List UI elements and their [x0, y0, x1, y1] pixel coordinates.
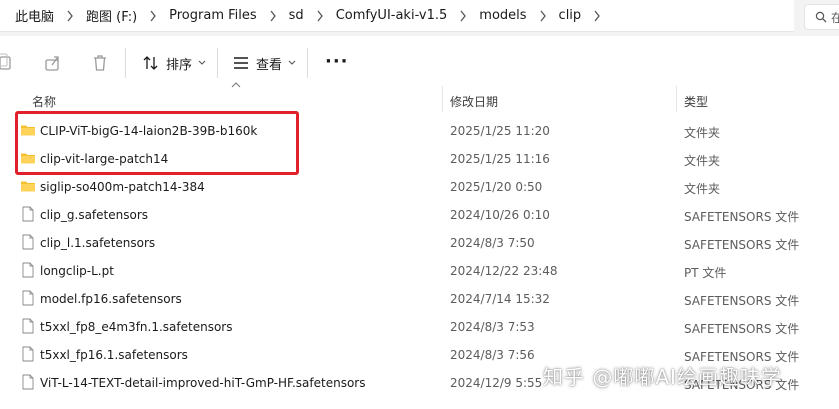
file-icon	[20, 290, 36, 306]
file-type: 文件夹	[684, 154, 721, 168]
file-icon	[20, 262, 36, 278]
file-name: t5xxl_fp8_e4m3fn.1.safetensors	[40, 320, 233, 334]
list-item[interactable]: clip_l.1.safetensors 2024/8/3 7:50 SAFET…	[0, 229, 839, 257]
file-icon	[20, 346, 36, 362]
column-date-header[interactable]: 修改日期	[450, 93, 498, 110]
file-icon	[20, 206, 36, 222]
breadcrumb-this-pc[interactable]: 此电脑	[12, 6, 57, 25]
command-bar: 排序 查看 ···	[0, 40, 839, 86]
breadcrumb-models[interactable]: models	[476, 8, 529, 23]
file-date: 2024/8/3 7:56	[450, 348, 535, 362]
file-name: model.fp16.safetensors	[40, 292, 182, 306]
file-type: PT 文件	[684, 266, 727, 280]
search-input[interactable]: 在 c	[804, 4, 839, 30]
column-name-header[interactable]: 名称	[32, 93, 56, 110]
chevron-right-icon[interactable]	[260, 10, 286, 22]
breadcrumb-clip[interactable]: clip	[556, 8, 585, 23]
folder-icon	[20, 178, 36, 194]
file-type: SAFETENSORS 文件	[684, 210, 800, 224]
chevron-down-icon	[198, 60, 206, 65]
file-icon	[20, 234, 36, 250]
highlight-annotation-box	[15, 111, 299, 175]
chevron-right-icon[interactable]	[307, 10, 333, 22]
address-bar-row: 此电脑 跑图 (F:) Program Files sd ComfyUI-aki…	[0, 0, 839, 36]
file-name: longclip-L.pt	[40, 264, 114, 278]
column-type-header[interactable]: 类型	[684, 93, 708, 110]
column-resize-handle[interactable]	[676, 86, 677, 112]
file-date: 2024/10/26 0:10	[450, 208, 550, 222]
search-icon	[815, 11, 827, 23]
file-type: SAFETENSORS 文件	[684, 238, 800, 252]
chevron-right-icon[interactable]	[140, 10, 166, 22]
list-item[interactable]: model.fp16.safetensors 2024/7/14 15:32 S…	[0, 285, 839, 313]
file-name: t5xxl_fp16.1.safetensors	[40, 348, 188, 362]
breadcrumb-comfyui[interactable]: ComfyUI-aki-v1.5	[333, 8, 451, 23]
chevron-right-icon[interactable]	[57, 10, 83, 22]
sort-button[interactable]: 排序	[142, 51, 206, 75]
chevron-right-icon[interactable]	[450, 10, 476, 22]
file-date: 2025/1/25 11:16	[450, 152, 550, 166]
file-date: 2025/1/25 11:20	[450, 124, 550, 138]
file-type: 文件夹	[684, 182, 721, 196]
list-item[interactable]: clip_g.safetensors 2024/10/26 0:10 SAFET…	[0, 201, 839, 229]
toolbar-divider	[307, 48, 308, 78]
search-placeholder: 在 c	[831, 9, 839, 26]
breadcrumb-program-files[interactable]: Program Files	[166, 8, 260, 23]
column-resize-handle[interactable]	[442, 86, 443, 112]
chevron-right-icon[interactable]	[530, 10, 556, 22]
file-date: 2024/7/14 15:32	[450, 292, 550, 306]
file-type: 文件夹	[684, 126, 721, 140]
sort-label: 排序	[166, 57, 193, 73]
file-date: 2024/8/3 7:50	[450, 236, 535, 250]
toolbar-divider	[125, 48, 126, 78]
address-bar[interactable]: 此电脑 跑图 (F:) Program Files sd ComfyUI-aki…	[0, 0, 794, 32]
file-icon	[20, 318, 36, 334]
list-item[interactable]: t5xxl_fp8_e4m3fn.1.safetensors 2024/8/3 …	[0, 313, 839, 341]
chevron-down-icon	[288, 60, 296, 65]
file-date: 2024/8/3 7:53	[450, 320, 535, 334]
file-name: clip_g.safetensors	[40, 208, 148, 222]
view-button[interactable]: 查看	[232, 51, 296, 75]
share-icon[interactable]	[43, 53, 63, 73]
watermark: 知乎 @嘟嘟AI绘画趣味学	[543, 365, 782, 389]
toolbar-divider	[217, 48, 218, 78]
breadcrumb-sd[interactable]: sd	[286, 8, 307, 23]
list-item[interactable]: longclip-L.pt 2024/12/22 23:48 PT 文件	[0, 257, 839, 285]
file-icon	[20, 374, 36, 390]
sort-icon	[143, 56, 158, 70]
file-name: siglip-so400m-patch14-384	[40, 180, 205, 194]
file-date: 2025/1/20 0:50	[450, 180, 543, 194]
chevron-right-icon[interactable]	[584, 10, 610, 22]
trash-icon[interactable]	[90, 53, 110, 73]
view-list-icon	[234, 57, 248, 69]
file-type: SAFETENSORS 文件	[684, 294, 800, 308]
file-name: clip_l.1.safetensors	[40, 236, 156, 250]
list-item[interactable]: siglip-so400m-patch14-384 2025/1/20 0:50…	[0, 173, 839, 201]
column-header: 名称 修改日期 类型	[0, 86, 839, 112]
view-label: 查看	[256, 57, 283, 73]
file-type: SAFETENSORS 文件	[684, 322, 800, 336]
file-date: 2024/12/22 23:48	[450, 264, 558, 278]
more-options-button[interactable]: ···	[325, 51, 349, 72]
breadcrumb-drive[interactable]: 跑图 (F:)	[83, 6, 140, 25]
file-date: 2024/12/9 5:55	[450, 376, 543, 390]
file-name: ViT-L-14-TEXT-detail-improved-hiT-GmP-HF…	[40, 376, 366, 390]
copy-icon[interactable]	[0, 53, 16, 73]
